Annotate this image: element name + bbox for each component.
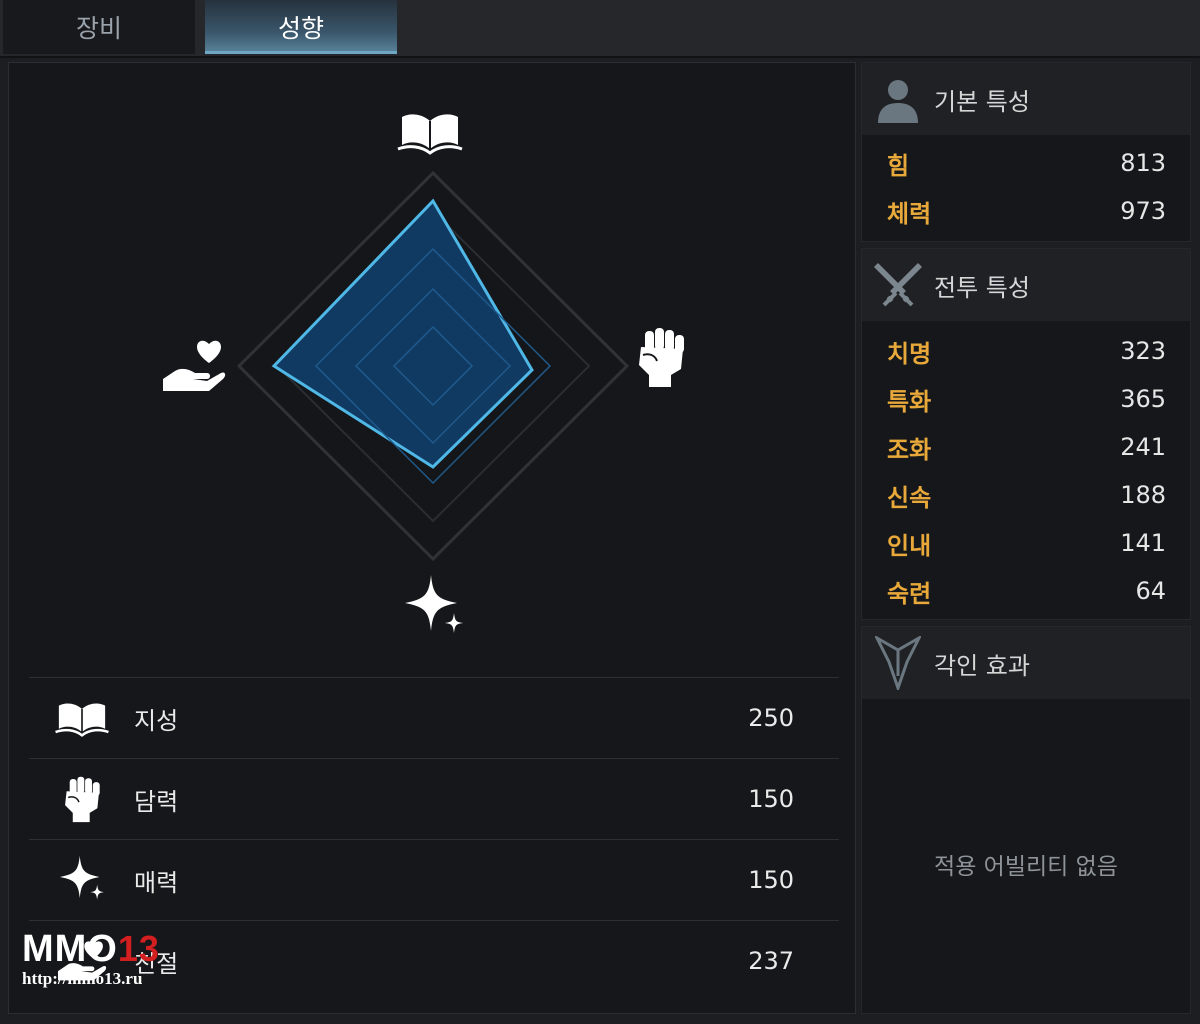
- stat-row-crit: 치명 323: [862, 327, 1190, 375]
- tab-tendency[interactable]: 성향: [205, 0, 397, 54]
- stat-label: 치명: [887, 339, 932, 368]
- watermark-number: 13: [117, 928, 160, 969]
- tendency-value: 150: [748, 866, 794, 894]
- engraving-emblem-icon: [862, 636, 934, 690]
- sparkle-icon: [29, 854, 134, 906]
- heart-hand-icon: [161, 335, 227, 397]
- tab-tendency-label: 성향: [277, 14, 324, 43]
- tab-bar: 장비 성향: [0, 0, 1200, 58]
- stat-label: 신속: [887, 483, 932, 512]
- stat-value: 323: [1120, 337, 1166, 365]
- tendency-panel: 지성 250 담력 150 매력 150 친절 237: [8, 62, 856, 1014]
- person-icon: [862, 75, 934, 123]
- basic-stats-header: 기본 특성: [862, 63, 1190, 135]
- book-icon: [397, 109, 463, 155]
- sparkle-icon: [401, 573, 467, 641]
- tendency-label: 친절: [134, 949, 179, 978]
- stat-value: 973: [1120, 197, 1166, 225]
- tendency-value: 150: [748, 785, 794, 813]
- stat-value: 64: [1135, 577, 1166, 605]
- stat-row-strength: 힘 813: [862, 139, 1190, 187]
- crossed-swords-icon: [862, 259, 934, 311]
- stat-row-expertise: 숙련 64: [862, 567, 1190, 615]
- active-tab-indicator: [205, 51, 397, 54]
- engraving-panel: 각인 효과 적용 어빌리티 없음: [861, 626, 1191, 1014]
- stat-row-endurance: 인내 141: [862, 519, 1190, 567]
- tendency-row-intellect: 지성 250: [29, 677, 839, 758]
- stat-label: 인내: [887, 531, 932, 560]
- tendency-label: 매력: [134, 868, 179, 897]
- stat-label: 체력: [887, 199, 932, 228]
- stat-row-vitality: 체력 973: [862, 187, 1190, 235]
- tendency-value: 237: [748, 947, 794, 975]
- watermark-url: http://mmo13.ru: [22, 969, 143, 988]
- tendency-row-charm: 매력 150: [29, 839, 839, 920]
- basic-stats-title: 기본 특성: [934, 87, 1030, 116]
- watermark-logo: MMO13: [22, 928, 160, 971]
- stat-label: 숙련: [887, 579, 932, 608]
- engraving-empty-text: 적용 어빌리티 없음: [934, 854, 1118, 880]
- basic-stats-panel: 기본 특성 힘 813 체력 973: [861, 62, 1191, 242]
- stat-label: 특화: [887, 387, 932, 416]
- stat-label: 힘: [887, 151, 910, 180]
- stat-value: 141: [1120, 529, 1166, 557]
- stat-row-swiftness: 신속 188: [862, 471, 1190, 519]
- fist-icon: [635, 325, 687, 389]
- tab-equipment[interactable]: 장비: [3, 0, 195, 54]
- engraving-header: 각인 효과: [862, 627, 1190, 699]
- stat-row-specialization: 특화 365: [862, 375, 1190, 423]
- stat-row-domination: 조화 241: [862, 423, 1190, 471]
- tendency-row-courage: 담력 150: [29, 758, 839, 839]
- stat-value: 365: [1120, 385, 1166, 413]
- tendency-label: 지성: [134, 706, 179, 735]
- stat-value: 241: [1120, 433, 1166, 461]
- stat-value: 188: [1120, 481, 1166, 509]
- watermark: MMO13 http://mmo13.ru: [22, 928, 160, 989]
- tendency-label: 담력: [134, 787, 179, 816]
- stat-value: 813: [1120, 149, 1166, 177]
- stat-label: 조화: [887, 435, 932, 464]
- fist-icon: [29, 774, 134, 824]
- radar-chart: [9, 63, 857, 673]
- book-icon: [29, 699, 134, 737]
- engraving-title: 각인 효과: [934, 651, 1030, 680]
- combat-stats-header: 전투 특성: [862, 249, 1190, 321]
- watermark-brand: MMO: [22, 928, 118, 970]
- combat-stats-title: 전투 특성: [934, 273, 1030, 302]
- combat-stats-panel: 전투 특성 치명 323 특화 365 조화 241 신속 188 인내 141 숙련 64: [861, 248, 1191, 620]
- tendency-value: 250: [748, 704, 794, 732]
